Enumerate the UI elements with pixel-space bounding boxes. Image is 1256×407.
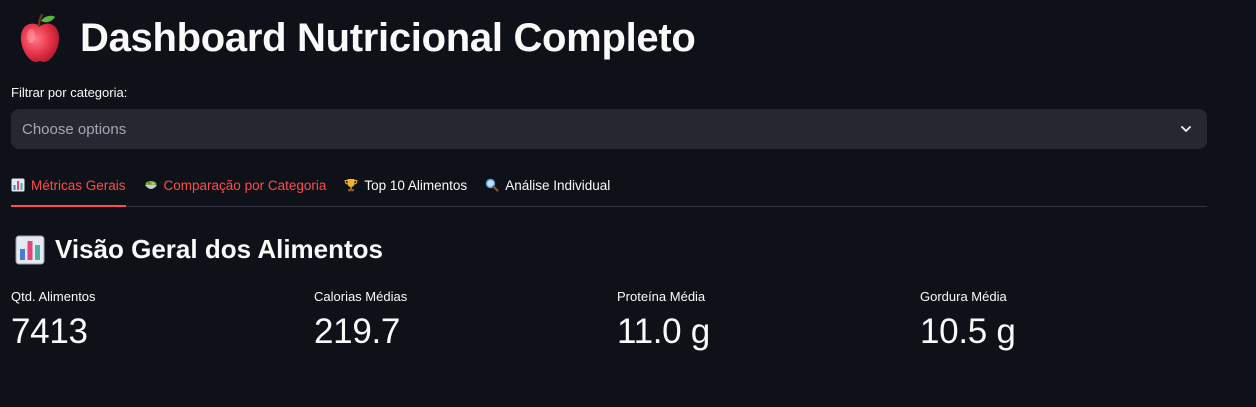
app-root: Dashboard Nutricional Completo Filtrar p… (0, 0, 1256, 407)
metric-label: Gordura Média (920, 289, 1007, 304)
metric-value: 11.0 g (617, 312, 710, 351)
tab-top-10-alimentos[interactable]: Top 10 Alimentos (344, 168, 467, 202)
metric-qtd-alimentos: Qtd. Alimentos 7413 (11, 289, 96, 352)
bar-chart-icon (15, 235, 45, 265)
bar-chart-icon (11, 178, 25, 192)
tab-label: Top 10 Alimentos (364, 177, 468, 193)
trophy-icon (344, 178, 358, 192)
metric-proteina-media: Proteína Média 11.0 g (617, 289, 710, 352)
metric-calorias-medias: Calorias Médias 219.7 (314, 289, 407, 352)
filter-label: Filtrar por categoria: (11, 85, 128, 100)
metric-value: 7413 (11, 312, 88, 351)
tab-label: Métricas Gerais (31, 177, 126, 193)
category-multiselect[interactable]: Choose options (11, 109, 1207, 149)
page-title: Dashboard Nutricional Completo (80, 15, 696, 60)
metric-gordura-media: Gordura Média 10.5 g (920, 289, 1016, 352)
tab-analise-individual[interactable]: Análise Individual (485, 168, 610, 202)
tab-comparacao-categoria[interactable]: Comparação por Categoria (144, 168, 327, 202)
magnifier-icon (485, 178, 499, 192)
tab-label: Comparação por Categoria (163, 177, 327, 193)
metric-label: Proteína Média (617, 289, 706, 304)
red-apple-icon (16, 12, 64, 64)
metric-label: Qtd. Alimentos (11, 289, 96, 304)
section-header: Visão Geral dos Alimentos (15, 234, 383, 265)
chevron-down-icon[interactable] (1179, 122, 1193, 136)
tab-metricas-gerais[interactable]: Métricas Gerais (11, 168, 126, 207)
metric-value: 219.7 (314, 312, 401, 351)
metric-label: Calorias Médias (314, 289, 408, 304)
tab-label: Análise Individual (505, 177, 611, 193)
multiselect-placeholder: Choose options (22, 120, 127, 138)
tab-bar: Métricas Gerais Comparação por Categoria (11, 168, 1207, 207)
salad-bowl-icon (144, 178, 158, 192)
header: Dashboard Nutricional Completo (16, 12, 696, 64)
metric-value: 10.5 g (920, 312, 1016, 351)
section-title: Visão Geral dos Alimentos (55, 234, 383, 264)
